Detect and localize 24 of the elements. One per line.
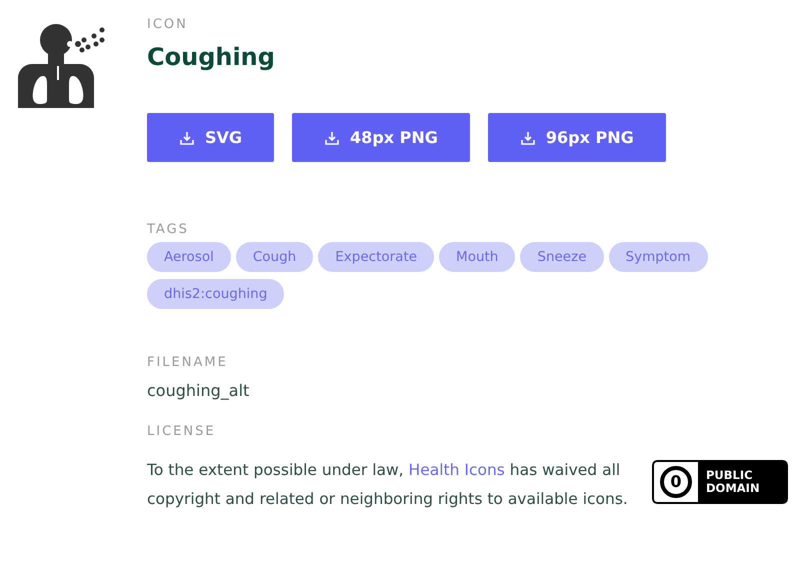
tag-pill[interactable]: Aerosol: [147, 242, 231, 272]
zero-symbol: 0: [660, 466, 692, 498]
section-label: TAGS: [147, 223, 190, 236]
section-label: LICENSE: [147, 425, 217, 438]
download-button[interactable]: 48px PNG: [292, 113, 470, 162]
icon-title: Coughing: [147, 45, 276, 69]
health-icons-link[interactable]: Health Icons: [408, 461, 505, 479]
tag-pill[interactable]: Expectorate: [318, 242, 434, 272]
badge-text: PUBLIC: [706, 469, 754, 482]
section-label: ICON: [147, 18, 189, 31]
badge-text: DOMAIN: [706, 482, 760, 495]
filename-text: coughing_alt: [147, 383, 250, 399]
tag-pill[interactable]: Cough: [236, 242, 314, 272]
tag-pill[interactable]: Sneeze: [520, 242, 604, 272]
download-icon: [179, 130, 195, 146]
tag-pill[interactable]: Symptom: [608, 242, 708, 272]
download-button[interactable]: SVG: [147, 113, 274, 162]
download-button[interactable]: 96px PNG: [488, 113, 666, 162]
tag-pill[interactable]: dhis2:coughing: [147, 279, 284, 309]
download-icon: [520, 130, 536, 146]
section-label: FILENAME: [147, 356, 229, 369]
tag-pill[interactable]: Mouth: [439, 242, 516, 272]
license-paragraph: To the extent possible under law, Health Icons has waived all copyright and related or neighboring rights to available icons.: [147, 460, 629, 510]
download-icon: [324, 130, 340, 146]
